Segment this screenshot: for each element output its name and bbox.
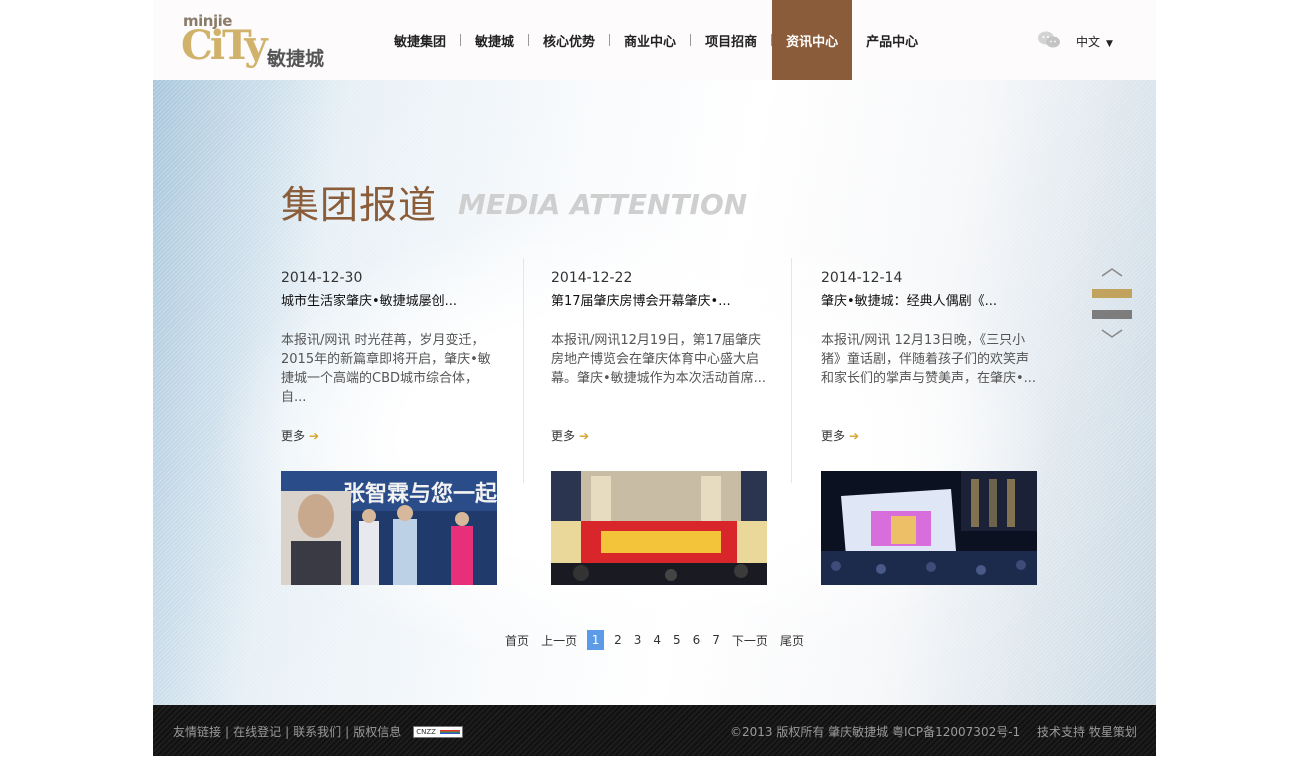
nav-item-advantages[interactable]: 核心优势 <box>529 0 609 80</box>
more-label: 更多 <box>551 429 576 443</box>
more-label: 更多 <box>281 429 306 443</box>
page-number[interactable]: 5 <box>673 633 681 647</box>
footer-links: 友情链接 | 在线登记 | 联系我们 | 版权信息 CNZZ <box>173 723 464 740</box>
article-summary: 本报讯/网讯12月19日，第17届肇庆房地产博览会在肇庆体育中心盛大启幕。肇庆•… <box>551 333 767 386</box>
footer-link-friends[interactable]: 友情链接 <box>173 723 221 740</box>
cnzz-badge[interactable]: CNZZ <box>413 725 464 738</box>
language-selector[interactable]: 中文 ▼ <box>1076 33 1113 50</box>
page-number[interactable]: 3 <box>634 633 642 647</box>
wechat-icon[interactable] <box>1037 30 1061 50</box>
article-thumbnail-expo[interactable] <box>551 471 767 585</box>
page-first[interactable]: 首页 <box>505 632 529 649</box>
logo-big-text: CiTy <box>181 22 268 69</box>
more-link[interactable]: 更多 ➔ <box>551 427 589 444</box>
page-number[interactable]: 7 <box>712 633 720 647</box>
footer-link-contact[interactable]: 联系我们 <box>293 723 341 740</box>
language-label: 中文 <box>1076 35 1101 49</box>
arrow-right-icon: ➔ <box>309 429 320 443</box>
page-prev[interactable]: 上一页 <box>541 632 577 649</box>
chevron-down-icon[interactable] <box>1092 327 1132 341</box>
footer-separator: | <box>285 724 290 739</box>
column-divider <box>523 258 524 483</box>
nav-item-investment[interactable]: 项目招商 <box>691 0 771 80</box>
article-thumbnail-stage[interactable]: 张智霖与您一起 <box>281 471 497 585</box>
nav-item-city[interactable]: 敏捷城 <box>461 0 528 80</box>
arrow-right-icon: ➔ <box>849 429 860 443</box>
column-divider <box>791 258 792 483</box>
section-title: 集团报道 <box>281 183 438 227</box>
page-number[interactable]: 2 <box>614 633 622 647</box>
nav-item-news[interactable]: 资讯中心 <box>772 0 853 80</box>
main-nav: 敏捷集团 敏捷城 核心优势 商业中心 项目招商 资讯中心 产品中心 <box>380 0 932 80</box>
chevron-up-icon[interactable] <box>1092 265 1132 279</box>
more-link[interactable]: 更多 ➔ <box>281 427 319 444</box>
svg-text:张智霖与您一起: 张智霖与您一起 <box>343 481 497 507</box>
section-title-en: MEDIA ATTENTION <box>458 188 748 221</box>
logo[interactable]: minjie CiTy 敏捷城 <box>181 12 331 72</box>
arrow-right-icon: ➔ <box>579 429 590 443</box>
site-container: minjie CiTy 敏捷城 敏捷集团 敏捷城 核心优势 商业中心 项目招商 … <box>153 0 1156 756</box>
footer: 友情链接 | 在线登记 | 联系我们 | 版权信息 CNZZ ©2013 版权所… <box>153 705 1156 756</box>
page-next[interactable]: 下一页 <box>732 632 768 649</box>
logo-cn-text: 敏捷城 <box>267 48 325 70</box>
pagination: 首页 上一页 1 2 3 4 5 6 7 下一页 尾页 <box>153 630 1156 650</box>
footer-link-register[interactable]: 在线登记 <box>233 723 281 740</box>
article-headline[interactable]: 肇庆•敏捷城：经典人偶剧《... <box>821 290 1051 309</box>
page-number-current[interactable]: 1 <box>587 630 605 650</box>
dropdown-arrow-icon: ▼ <box>1106 39 1113 49</box>
nav-item-commerce[interactable]: 商业中心 <box>610 0 690 80</box>
page-number[interactable]: 6 <box>693 633 701 647</box>
article-headline[interactable]: 第17届肇庆房博会开幕肇庆•... <box>551 290 781 309</box>
article-date: 2014-12-14 <box>821 270 903 286</box>
page-last[interactable]: 尾页 <box>780 632 804 649</box>
slider-controls <box>1092 265 1132 341</box>
page-number[interactable]: 4 <box>653 633 661 647</box>
footer-separator: | <box>225 724 230 739</box>
news-section: 集团报道 MEDIA ATTENTION 2014-12-30 城市生活家肇庆•… <box>153 80 1156 705</box>
article-headline[interactable]: 城市生活家肇庆•敏捷城屡创... <box>281 290 511 309</box>
article-thumbnail-night-show[interactable] <box>821 471 1037 585</box>
header: minjie CiTy 敏捷城 敏捷集团 敏捷城 核心优势 商业中心 项目招商 … <box>153 0 1156 80</box>
article-card: 2014-12-14 肇庆•敏捷城：经典人偶剧《... 本报讯/网讯 12月13… <box>821 258 1051 444</box>
footer-link-copyright[interactable]: 版权信息 <box>353 723 401 740</box>
article-card: 2014-12-22 第17届肇庆房博会开幕肇庆•... 本报讯/网讯12月19… <box>551 258 781 444</box>
nav-item-group[interactable]: 敏捷集团 <box>380 0 460 80</box>
article-date: 2014-12-22 <box>551 270 633 286</box>
footer-copyright: ©2013 版权所有 肇庆敏捷城 粤ICP备12007302号-1 <box>730 725 1021 739</box>
footer-separator: | <box>345 724 350 739</box>
footer-support[interactable]: 技术支持 牧星策划 <box>1037 723 1137 740</box>
article-summary: 本报讯/网讯 时光荏苒，岁月变迁，2015年的新篇章即将开启，肇庆•敏捷城一个高… <box>281 333 491 405</box>
article-date: 2014-12-30 <box>281 270 363 286</box>
article-card: 2014-12-30 城市生活家肇庆•敏捷城屡创... 本报讯/网讯 时光荏苒，… <box>281 258 511 444</box>
more-label: 更多 <box>821 429 846 443</box>
article-summary: 本报讯/网讯 12月13日晚，《三只小猪》童话剧，伴随着孩子们的欢笑声和家长们的… <box>821 333 1037 386</box>
slider-indicator[interactable] <box>1092 310 1132 319</box>
nav-item-products[interactable]: 产品中心 <box>852 0 932 80</box>
slider-indicator-active[interactable] <box>1092 289 1132 298</box>
more-link[interactable]: 更多 ➔ <box>821 427 859 444</box>
